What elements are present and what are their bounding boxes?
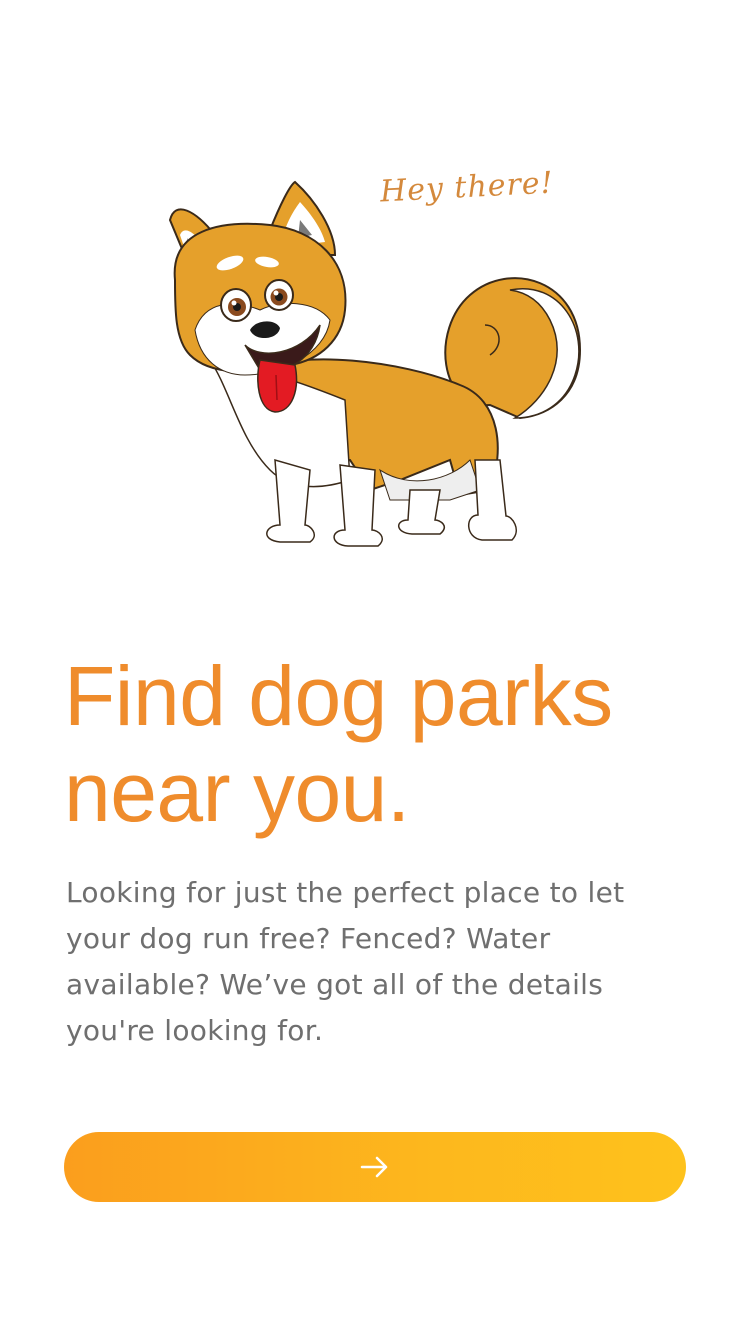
intro-description: Looking for just the perfect place to le…: [66, 876, 625, 1047]
title-line-2: near you.: [64, 745, 410, 839]
arrow-right-icon: [360, 1155, 390, 1179]
continue-button[interactable]: [64, 1132, 686, 1202]
shiba-dog-illustration: [150, 160, 610, 560]
page-title: Find dog parks near you.: [64, 648, 704, 840]
title-line-1: Find dog parks: [64, 649, 613, 743]
